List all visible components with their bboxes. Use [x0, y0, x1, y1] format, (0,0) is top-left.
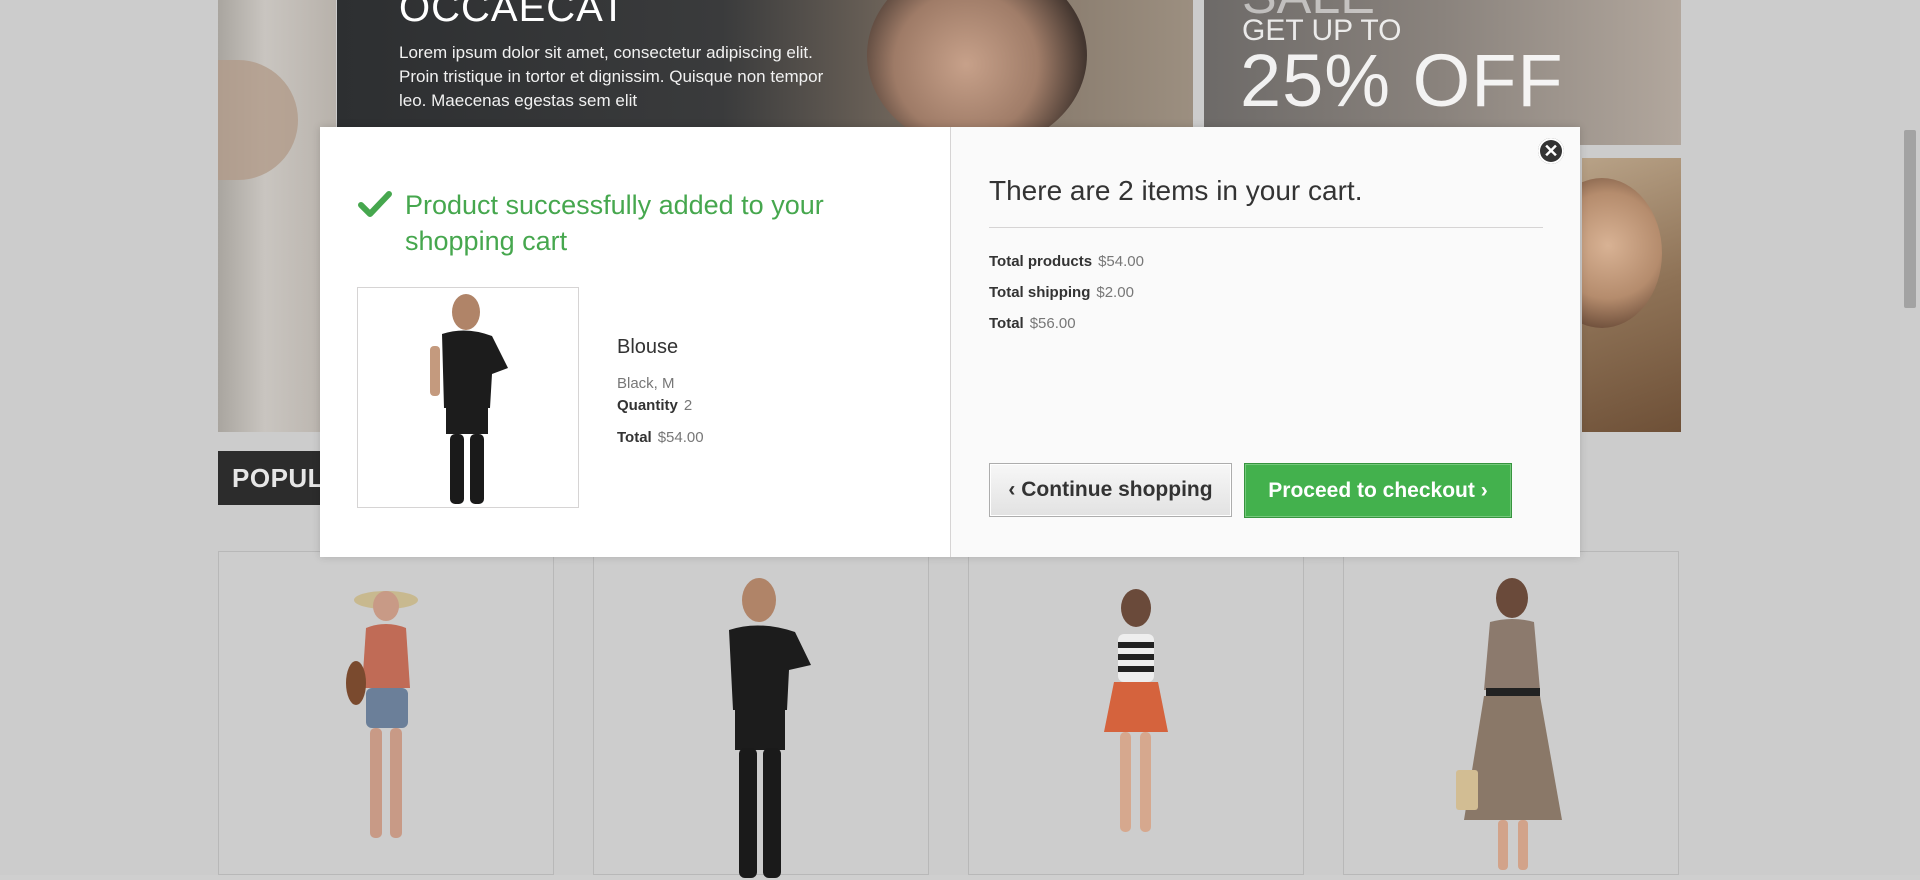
product-grid: [218, 551, 1682, 878]
cart-total-products: Total products $54.00: [989, 253, 1144, 270]
continue-shopping-button[interactable]: ‹ Continue shopping: [989, 463, 1232, 517]
product-total: Total $54.00: [617, 429, 704, 446]
product-card[interactable]: [218, 551, 554, 875]
product-total-value: $54.00: [657, 429, 704, 446]
product-image: [1456, 578, 1562, 870]
product-image: [346, 591, 418, 838]
quantity-label: Quantity: [617, 397, 678, 414]
proceed-to-checkout-label: Proceed to checkout: [1268, 479, 1475, 502]
hero-main-banner[interactable]: OCCAECAT Lorem ipsum dolor sit amet, con…: [337, 0, 1193, 127]
cart-grand-total: Total $56.00: [989, 315, 1076, 332]
product-card[interactable]: [593, 551, 929, 878]
product-total-label: Total: [617, 429, 652, 446]
total-products-label: Total products: [989, 253, 1093, 270]
total-shipping-value: $2.00: [1096, 284, 1134, 301]
hero-model-image: [867, 0, 1087, 127]
cart-total-shipping: Total shipping $2.00: [989, 284, 1134, 301]
modal-cart-panel: There are 2 items in your cart. Total pr…: [950, 127, 1580, 557]
product-card[interactable]: [1343, 551, 1679, 875]
scrollbar-thumb[interactable]: [1904, 130, 1916, 308]
proceed-to-checkout-button[interactable]: Proceed to checkout ›: [1244, 463, 1512, 518]
hero-right-image[interactable]: [1582, 158, 1681, 432]
hero-left-model-arm: [218, 60, 298, 180]
continue-shopping-label: Continue shopping: [1021, 478, 1213, 501]
quantity-value: 2: [683, 397, 693, 414]
product-image: [1104, 589, 1168, 832]
hero-left-image[interactable]: [218, 0, 336, 432]
page-scrollbar[interactable]: [1900, 0, 1920, 875]
product-card[interactable]: [968, 551, 1304, 875]
hero-text: Lorem ipsum dolor sit amet, consectetur …: [399, 43, 824, 110]
hero-right-model: [1582, 178, 1662, 328]
product-attributes: Black, M: [617, 375, 675, 392]
cart-summary-title: There are 2 items in your cart.: [989, 175, 1363, 206]
total-shipping-label: Total shipping: [989, 284, 1091, 301]
success-message-text: Product successfully added to your shopp…: [405, 190, 824, 256]
sale-banner-percent: 25% OFF: [1240, 39, 1564, 122]
product-thumbnail: [357, 287, 579, 508]
close-icon[interactable]: ✕: [1538, 138, 1564, 164]
grand-total-label: Total: [989, 315, 1024, 332]
chevron-right-icon: ›: [1480, 479, 1488, 502]
total-products-value: $54.00: [1098, 253, 1144, 270]
checkmark-icon: [358, 191, 392, 217]
product-name: Blouse: [617, 336, 679, 358]
grand-total-value: $56.00: [1029, 315, 1076, 332]
cart-confirmation-modal: Product successfully added to your shopp…: [320, 127, 1580, 557]
product-image: [729, 578, 811, 878]
chevron-left-icon: ‹: [1008, 478, 1016, 501]
modal-product-panel: Product successfully added to your shopp…: [320, 127, 950, 557]
blouse-image: [430, 294, 508, 504]
product-quantity: Quantity 2: [617, 397, 692, 414]
hero-title: OCCAECAT: [399, 0, 627, 30]
cart-divider: [989, 227, 1543, 228]
sale-banner[interactable]: SALE GET UP TO 25% OFF: [1204, 0, 1681, 145]
